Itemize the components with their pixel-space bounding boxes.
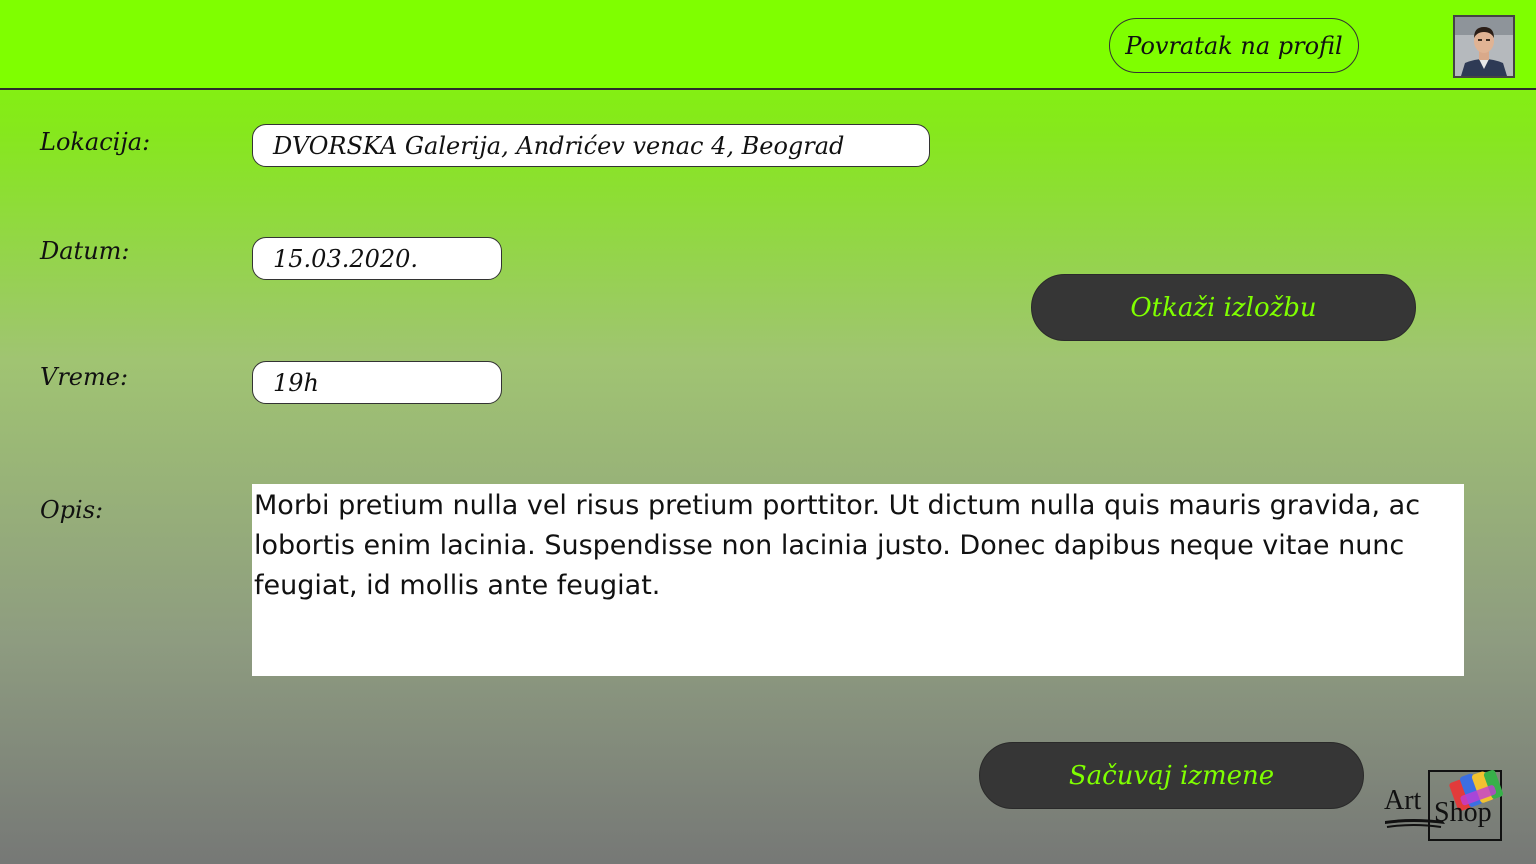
description-label: Opis:	[40, 496, 104, 524]
time-label: Vreme:	[40, 363, 129, 391]
time-field[interactable]: 19h	[252, 361, 502, 404]
artshop-logo[interactable]: Art Shop	[1383, 763, 1511, 843]
profile-avatar[interactable]	[1453, 15, 1515, 78]
location-field[interactable]: DVORSKA Galerija, Andrićev venac 4, Beog…	[252, 124, 930, 167]
logo-text-art: Art	[1384, 785, 1422, 816]
date-field[interactable]: 15.03.2020.	[252, 237, 502, 280]
top-bar: Povratak na profil	[0, 0, 1536, 90]
description-textarea[interactable]: Morbi pretium nulla vel risus pretium po…	[252, 484, 1464, 676]
date-label: Datum:	[40, 237, 130, 265]
logo-text-shop: Shop	[1434, 797, 1492, 828]
avatar-image	[1455, 17, 1513, 76]
cancel-exhibition-button[interactable]: Otkaži izložbu	[1031, 274, 1416, 341]
save-changes-button[interactable]: Sačuvaj izmene	[979, 742, 1364, 809]
location-label: Lokacija:	[40, 128, 151, 156]
back-to-profile-button[interactable]: Povratak na profil	[1109, 18, 1359, 73]
